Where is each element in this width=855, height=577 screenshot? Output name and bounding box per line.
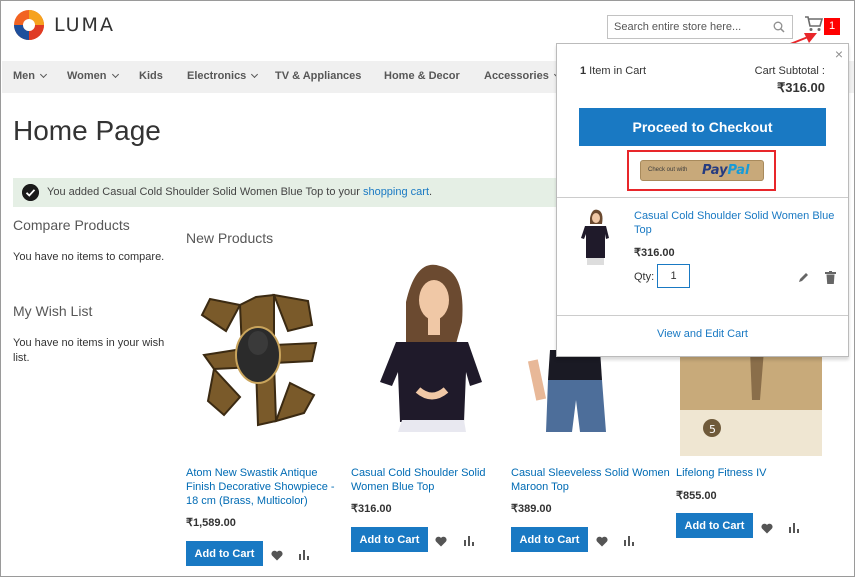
product-image[interactable]: 5 [680, 350, 822, 456]
shopping-cart-link[interactable]: shopping cart [363, 186, 429, 198]
proceed-to-checkout-button[interactable]: Proceed to Checkout [579, 108, 826, 146]
message-text: You added Casual Cold Shoulder Solid Wom… [47, 186, 433, 198]
nav-item-kids[interactable]: Kids [139, 70, 163, 82]
compare-products-title: Compare Products [13, 217, 130, 233]
cart-subtotal-value: ₹316.00 [776, 80, 825, 95]
wishlist-heart-icon[interactable] [435, 536, 447, 547]
product-name-link[interactable]: Casual Cold Shoulder Solid Women Blue To… [351, 466, 496, 494]
divider [557, 197, 848, 198]
nav-item-women[interactable]: Women [67, 70, 119, 82]
cart-item-name-link[interactable]: Casual Cold Shoulder Solid Women Blue To… [634, 209, 844, 237]
divider [557, 315, 848, 316]
wishlist-title: My Wish List [13, 303, 93, 319]
product-price: ₹855.00 [676, 490, 717, 502]
luma-logo-icon [14, 10, 44, 40]
nav-item-home-decor[interactable]: Home & Decor [384, 70, 460, 82]
trash-icon[interactable] [825, 271, 836, 284]
nav-item-electronics[interactable]: Electronics [187, 70, 259, 82]
wishlist-heart-icon[interactable] [761, 523, 773, 534]
new-products-title: New Products [186, 230, 274, 246]
paypal-small-text: Check out with [648, 167, 688, 173]
wishlist-empty-text: You have no items in your wish list. [13, 337, 165, 364]
product-price: ₹389.00 [511, 503, 552, 515]
nav-item-men[interactable]: Men [13, 70, 48, 82]
product-price: ₹316.00 [351, 503, 392, 515]
compare-empty-text: You have no items to compare. [13, 251, 165, 263]
add-to-cart-button[interactable]: Add to Cart [351, 527, 428, 552]
cart-count-badge[interactable]: 1 [824, 18, 840, 35]
store-logo[interactable]: LUMA [13, 9, 115, 41]
product-name-link[interactable]: Casual Sleeveless Solid Women Maroon Top [511, 466, 671, 494]
wishlist-heart-icon[interactable] [271, 550, 283, 561]
compare-icon[interactable] [624, 536, 635, 546]
product-image[interactable] [196, 285, 322, 430]
chevron-down-icon [111, 70, 119, 79]
add-to-cart-button[interactable]: Add to Cart [186, 541, 263, 566]
close-icon[interactable]: × [835, 46, 843, 62]
cart-item-count: 1 Item in Cart [580, 65, 647, 77]
product-name-link[interactable]: Atom New Swastik Antique Finish Decorati… [186, 466, 346, 508]
cart-subtotal-label: Cart Subtotal : [754, 65, 825, 77]
product-image[interactable] [520, 350, 630, 432]
add-to-cart-button[interactable]: Add to Cart [676, 513, 753, 538]
logo-text: LUMA [54, 14, 115, 36]
product-name-link[interactable]: Lifelong Fitness IV [676, 466, 826, 480]
qty-input[interactable]: 1 [657, 264, 690, 288]
nav-item-tv-appliances[interactable]: TV & Appliances [275, 70, 361, 82]
chevron-down-icon [251, 70, 259, 79]
qty-label: Qty: [634, 271, 655, 283]
cart-item-price: ₹316.00 [634, 247, 675, 259]
cart-item-image[interactable] [580, 208, 610, 268]
page-title: Home Page [13, 115, 161, 146]
paypal-highlight-box: Check out with PayPal [627, 150, 776, 191]
minicart-dropdown: × 1 Item in Cart Cart Subtotal : ₹316.00… [556, 43, 849, 357]
compare-icon[interactable] [464, 536, 475, 546]
wishlist-heart-icon[interactable] [596, 536, 608, 547]
compare-icon[interactable] [789, 523, 800, 533]
paypal-logo: PayPal [702, 163, 750, 178]
check-circle-icon [22, 184, 39, 201]
svg-text:5: 5 [709, 423, 716, 436]
nav-item-accessories[interactable]: Accessories [484, 70, 561, 82]
chevron-down-icon [39, 70, 48, 79]
paypal-checkout-button[interactable]: Check out with PayPal [640, 160, 764, 181]
compare-icon[interactable] [299, 550, 310, 560]
product-price: ₹1,589.00 [186, 517, 236, 529]
edit-pencil-icon[interactable] [798, 272, 809, 283]
product-image[interactable] [366, 262, 496, 432]
success-message: You added Casual Cold Shoulder Solid Wom… [13, 178, 573, 207]
add-to-cart-button[interactable]: Add to Cart [511, 527, 588, 552]
view-edit-cart-link[interactable]: View and Edit Cart [557, 328, 848, 340]
